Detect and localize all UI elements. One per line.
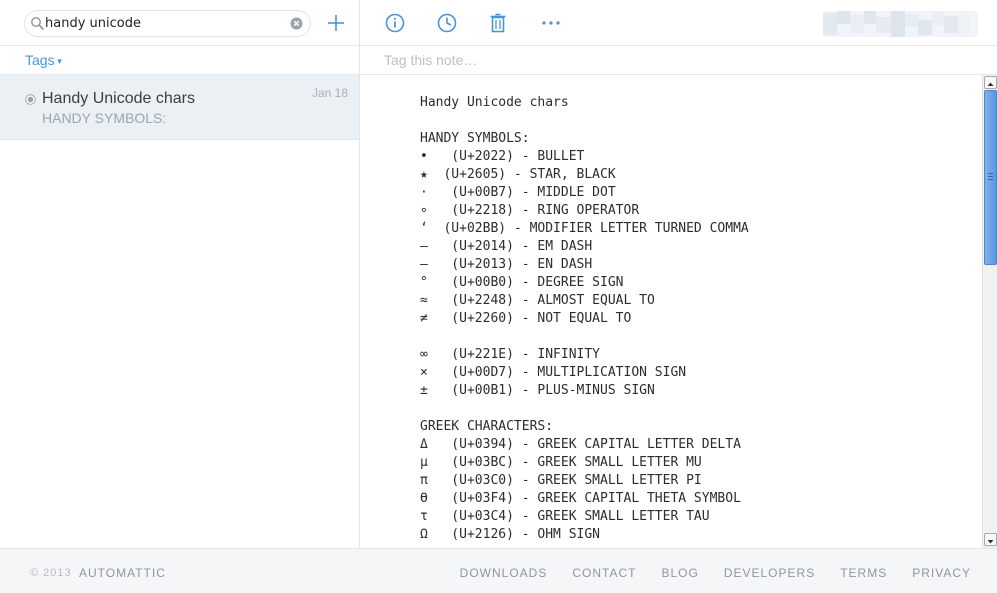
search-bar [0,0,359,46]
footer-links: DOWNLOADS CONTACT BLOG DEVELOPERS TERMS … [435,566,971,580]
tags-bar: Tags▼ [0,46,359,75]
tag-note-input[interactable] [384,51,884,69]
copyright: © 2013 [30,567,72,579]
scroll-up-arrow[interactable] [984,76,997,89]
info-icon[interactable] [384,12,406,34]
note-list: Handy Unicode chars HANDY SYMBOLS: Jan 1… [0,75,359,140]
tags-label: Tags [25,52,55,68]
note-preview: HANDY SYMBOLS: [42,110,167,126]
new-note-button[interactable] [325,12,347,34]
clear-search-icon[interactable] [290,17,303,30]
note-tag-bar [360,46,997,75]
footer-link-blog[interactable]: BLOG [661,566,698,580]
footer-link-developers[interactable]: DEVELOPERS [724,566,815,580]
footer-link-privacy[interactable]: PRIVACY [912,566,971,580]
search-box[interactable] [24,10,311,37]
footer-link-downloads[interactable]: DOWNLOADS [460,566,548,580]
search-icon [31,17,44,30]
scrollbar-thumb[interactable] [984,90,997,265]
caret-up-icon [987,82,994,86]
note-list-item[interactable]: Handy Unicode chars HANDY SYMBOLS: Jan 1… [0,75,359,140]
note-content[interactable]: Handy Unicode chars HANDY SYMBOLS: • (U+… [420,94,749,544]
search-input[interactable] [45,14,285,33]
footer-link-contact[interactable]: CONTACT [572,566,636,580]
editor-scrollbar[interactable] [982,75,997,548]
note-editor[interactable]: Handy Unicode chars HANDY SYMBOLS: • (U+… [360,75,982,548]
note-list-pane: Tags▼ Handy Unicode chars HANDY SYMBOLS:… [0,0,360,548]
radio-dot-icon [25,94,36,105]
account-avatar-blurred[interactable] [823,11,978,37]
note-date: Jan 18 [311,86,348,100]
tags-dropdown-button[interactable]: Tags▼ [25,52,64,68]
caret-down-icon: ▼ [55,56,64,66]
trash-icon[interactable] [487,12,509,34]
scrollbar-grip [988,173,993,180]
footer-link-terms[interactable]: TERMS [840,566,887,580]
company-link[interactable]: AUTOMATTIC [79,566,166,580]
editor-toolbar [360,0,997,46]
footer: © 2013 AUTOMATTIC DOWNLOADS CONTACT BLOG… [0,548,997,593]
note-title: Handy Unicode chars [42,90,195,107]
scroll-down-arrow[interactable] [984,533,997,546]
more-options-icon[interactable] [540,12,562,34]
caret-down-icon [987,540,994,544]
history-icon[interactable] [436,12,458,34]
editor-pane: Handy Unicode chars HANDY SYMBOLS: • (U+… [360,0,997,548]
